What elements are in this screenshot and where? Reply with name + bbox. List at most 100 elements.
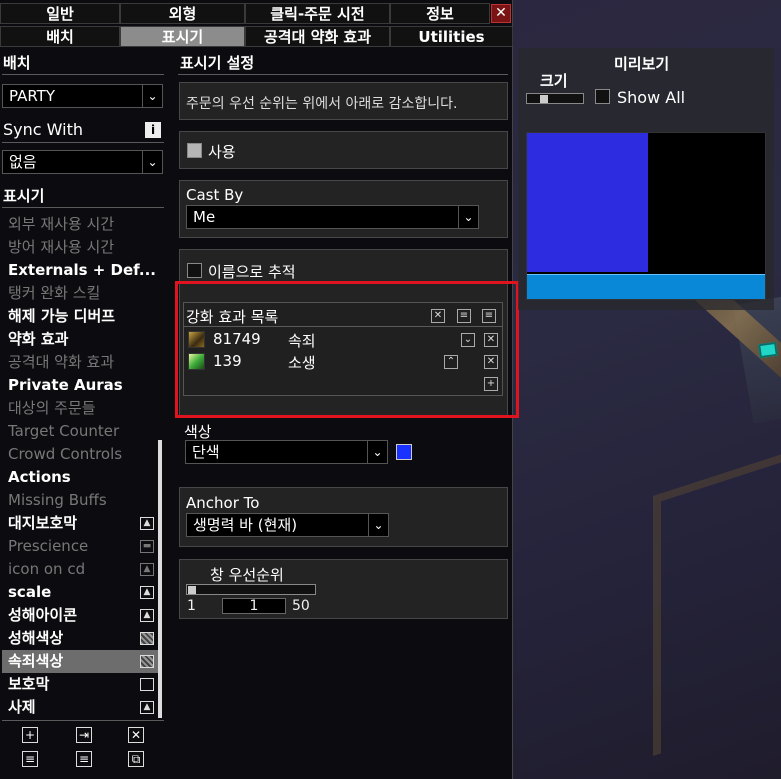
- priority-description: 주문의 우선 순위는 위에서 아래로 감소합니다.: [186, 96, 458, 112]
- indicator-list-item-label: Missing Buffs: [8, 491, 107, 509]
- divider: [2, 74, 164, 75]
- color-swatch[interactable]: [396, 444, 412, 460]
- frame-level-panel: 창 우선순위 1 1 50: [179, 559, 508, 619]
- chevron-down-icon: ⌄: [142, 151, 162, 173]
- indicator-list-item-label: Private Auras: [8, 376, 123, 394]
- tab-about[interactable]: 정보: [390, 3, 490, 24]
- chevron-down-icon: ⌄: [458, 206, 478, 228]
- indicator-list-scrollbar[interactable]: [158, 440, 162, 718]
- tab-indicators[interactable]: 표시기: [120, 26, 245, 47]
- indicators-label: 표시기: [3, 187, 45, 205]
- frame-level-slider[interactable]: [186, 584, 316, 595]
- rename-indicator-icon[interactable]: ⇥: [76, 727, 92, 743]
- slider-thumb[interactable]: [188, 586, 196, 594]
- chevron-down-icon: ⌄: [142, 85, 162, 107]
- tab-raid-debuffs[interactable]: 공격대 약화 효과: [245, 26, 390, 47]
- enable-checkbox[interactable]: [187, 143, 202, 158]
- chevron-down-icon: ⌄: [368, 514, 388, 536]
- anchor-to-value: 생명력 바 (현재): [193, 516, 298, 534]
- preview-size-slider[interactable]: [526, 93, 584, 104]
- indicator-list-item[interactable]: 보호막: [2, 673, 160, 696]
- color-dropdown[interactable]: 단색 ⌄: [185, 440, 388, 464]
- divider: [178, 74, 508, 75]
- indicator-list-item[interactable]: Target Counter: [2, 420, 160, 443]
- copy-indicator-icon[interactable]: ⧉: [128, 751, 144, 767]
- export-indicator-icon[interactable]: ≡: [76, 751, 92, 767]
- chevron-down-icon: ⌄: [367, 441, 387, 463]
- tab-general[interactable]: 일반: [0, 3, 120, 24]
- indicator-list-item-label: 해제 가능 디버프: [8, 307, 116, 325]
- indicator-list-item-label: Externals + Def...: [8, 261, 156, 279]
- frame-level-label: 창 우선순위: [210, 566, 284, 584]
- indicator-list-item-label: 약화 효과: [8, 330, 69, 348]
- image-icon: ▲: [140, 586, 154, 599]
- anchor-panel: Anchor To 생명력 바 (현재) ⌄: [179, 487, 508, 547]
- indicator-list-item[interactable]: 성해아이콘 ▲: [2, 604, 160, 627]
- tabs-row-2: 배치 표시기 공격대 약화 효과 Utilities: [0, 26, 513, 50]
- tab-click-casting[interactable]: 클릭-주문 시전: [245, 3, 390, 24]
- info-icon[interactable]: i: [145, 122, 161, 138]
- background-gem: [758, 341, 778, 359]
- tab-layouts[interactable]: 배치: [0, 26, 120, 47]
- color-label: 색상: [184, 423, 212, 441]
- indicator-list-item[interactable]: 속죄색상: [2, 650, 160, 673]
- indicator-list-item-label: 공격대 약화 효과: [8, 353, 115, 371]
- indicator-list-item[interactable]: Prescience ▬: [2, 535, 160, 558]
- anchor-to-dropdown[interactable]: 생명력 바 (현재) ⌄: [186, 513, 389, 537]
- track-by-name-checkbox[interactable]: [187, 263, 202, 278]
- indicator-list-item-label: scale: [8, 583, 52, 601]
- show-all-label: Show All: [617, 88, 686, 107]
- delete-indicator-icon[interactable]: ✕: [128, 727, 144, 743]
- indicator-list-item-label: Crowd Controls: [8, 445, 123, 463]
- indicator-list-item[interactable]: Actions: [2, 466, 160, 489]
- indicator-list-item[interactable]: Externals + Def...: [2, 259, 160, 282]
- add-indicator-icon[interactable]: +: [22, 727, 38, 743]
- indicator-list-item[interactable]: 외부 재사용 시간: [2, 213, 160, 236]
- indicator-list-item[interactable]: Private Auras: [2, 374, 160, 397]
- description-panel: 주문의 우선 순위는 위에서 아래로 감소합니다.: [179, 82, 508, 120]
- import-indicator-icon[interactable]: ≡: [22, 751, 38, 767]
- indicator-list[interactable]: 외부 재사용 시간방어 재사용 시간 Externals + Def... 탱커 완…: [2, 213, 160, 718]
- indicator-list-item[interactable]: icon on cd ▲: [2, 558, 160, 581]
- indicator-settings-title: 표시기 설정: [180, 54, 255, 72]
- indicator-list-item[interactable]: 탱커 완화 스킬: [2, 282, 160, 305]
- image-icon: ▲: [140, 517, 154, 530]
- indicator-list-item-label: 방어 재사용 시간: [8, 238, 115, 256]
- indicator-list-item[interactable]: 대상의 주문들: [2, 397, 160, 420]
- indicator-list-item[interactable]: Crowd Controls: [2, 443, 160, 466]
- tab-utilities[interactable]: Utilities: [390, 26, 513, 47]
- frame-level-input[interactable]: 1: [222, 598, 286, 614]
- size-label: 크기: [540, 72, 568, 90]
- slider-min: 1: [187, 598, 196, 614]
- cast-by-panel: Cast By Me ⌄: [179, 180, 508, 238]
- image-icon: ▲: [140, 701, 154, 714]
- indicator-list-item-label: Prescience: [8, 537, 89, 555]
- indicator-list-item-label: 속죄색상: [8, 652, 64, 670]
- indicator-list-item[interactable]: 사제 ▲: [2, 696, 160, 718]
- background-arch: [653, 444, 781, 756]
- show-all-checkbox[interactable]: [595, 89, 610, 104]
- layout-dropdown[interactable]: PARTY ⌄: [2, 84, 163, 108]
- indicator-list-item[interactable]: 방어 재사용 시간: [2, 236, 160, 259]
- cast-by-dropdown[interactable]: Me ⌄: [186, 205, 479, 229]
- indicator-list-item-label: 성해아이콘: [8, 606, 78, 624]
- indicator-list-item[interactable]: scale ▲: [2, 581, 160, 604]
- indicator-list-item[interactable]: 약화 효과: [2, 328, 160, 351]
- indicator-list-item-label: 탱커 완화 스킬: [8, 284, 101, 302]
- indicator-list-item[interactable]: 해제 가능 디버프: [2, 305, 160, 328]
- indicator-list-item[interactable]: 공격대 약화 효과: [2, 351, 160, 374]
- tabs-row-1: 일반 외형 클릭-주문 시전 정보: [0, 3, 513, 27]
- divider: [2, 207, 164, 208]
- sync-with-dropdown[interactable]: 없음 ⌄: [2, 150, 163, 174]
- tab-appearance[interactable]: 외형: [120, 3, 245, 24]
- track-by-name-label: 이름으로 추적: [208, 263, 296, 281]
- indicator-list-item[interactable]: Missing Buffs: [2, 489, 160, 512]
- slider-thumb[interactable]: [540, 95, 548, 103]
- indicator-list-item[interactable]: 성해색상: [2, 627, 160, 650]
- close-button[interactable]: ✕: [491, 4, 511, 23]
- indicator-list-item[interactable]: 대지보호막 ▲: [2, 512, 160, 535]
- divider: [2, 720, 164, 721]
- enable-panel: 사용: [179, 131, 508, 169]
- preview-health-bar: [527, 274, 765, 299]
- indicator-list-item-label: 성해색상: [8, 629, 64, 647]
